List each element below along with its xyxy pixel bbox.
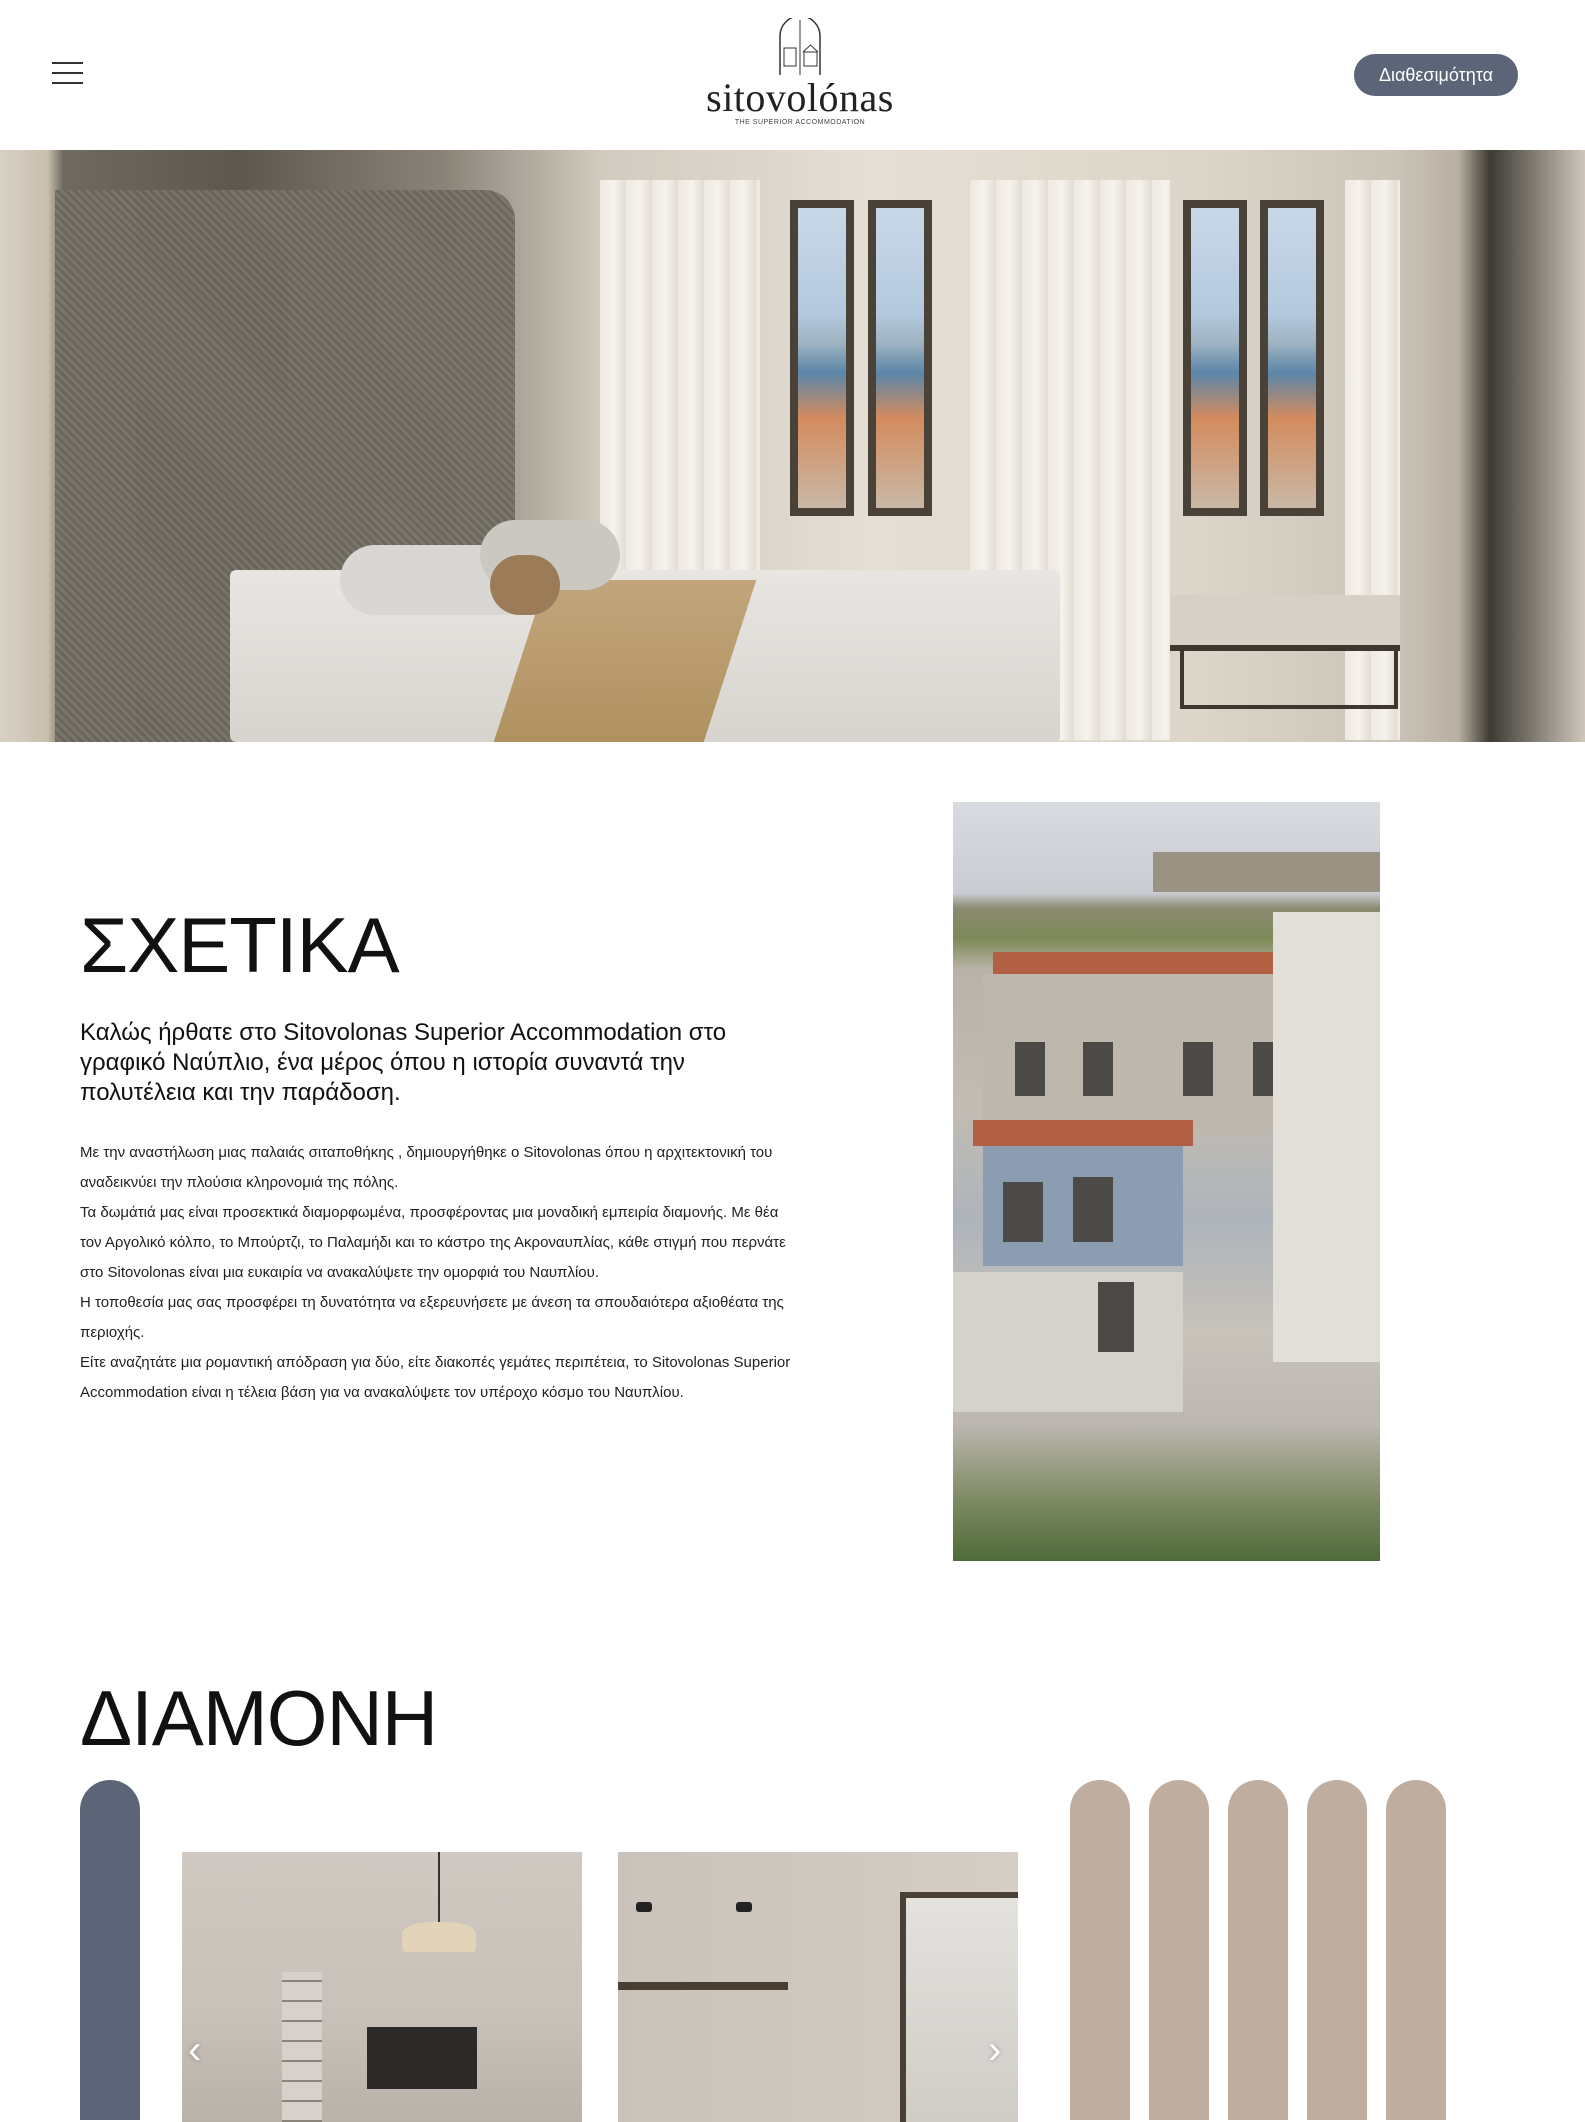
site-header: sitovolónas THE SUPERIOR ACCOMMODATION Δ…	[0, 0, 1585, 150]
stay-title: ΔΙΑΜΟΝΗ	[80, 1674, 438, 1762]
carousel-next-arrow[interactable]: ›	[988, 2030, 1001, 2070]
ceiling-spotlight	[736, 1902, 752, 1912]
decorative-pill	[1228, 1780, 1288, 2120]
about-paragraph: Η τοποθεσία μας σας προσφέρει τη δυνατότ…	[80, 1294, 784, 1341]
hero-bedroom-image	[0, 150, 1585, 742]
availability-button[interactable]: Διαθεσιμότητα	[1354, 54, 1518, 96]
about-title: ΣΧΕΤΙΚΑ	[80, 901, 400, 989]
window	[1015, 1042, 1045, 1096]
wall-shelf	[618, 1982, 788, 1990]
window-pane	[790, 200, 854, 516]
window	[1183, 1042, 1213, 1096]
pillow	[490, 555, 560, 615]
decorative-pill	[80, 1780, 140, 2120]
window-pane	[868, 200, 932, 516]
side-table	[1170, 595, 1400, 651]
about-paragraph: Με την αναστήλωση μιας παλαιάς σιταποθήκ…	[80, 1144, 773, 1191]
roof	[993, 952, 1313, 976]
about-body: Με την αναστήλωση μιας παλαιάς σιταποθήκ…	[80, 1138, 800, 1408]
menu-icon[interactable]	[52, 62, 83, 84]
logo-wordmark: sitovolónas	[706, 75, 894, 120]
window-pane	[1183, 200, 1247, 516]
window	[1083, 1042, 1113, 1096]
about-lead: Καλώς ήρθατε στο Sitovolonas Superior Ac…	[80, 1019, 727, 1106]
decorative-pill	[1386, 1780, 1446, 2120]
glass-door	[900, 1892, 1018, 2122]
carousel-prev-arrow[interactable]: ‹	[188, 2030, 201, 2070]
logo-tagline: THE SUPERIOR ACCOMMODATION	[734, 119, 866, 126]
side-table-frame	[1180, 645, 1398, 709]
building-photo	[953, 802, 1380, 1561]
tv	[367, 2027, 477, 2089]
window	[1073, 1177, 1113, 1242]
stone-wall	[953, 1272, 1183, 1412]
castle-wall	[1153, 852, 1380, 892]
roof	[973, 1120, 1193, 1146]
logo-house-icon	[779, 18, 821, 75]
room-card[interactable]	[618, 1852, 1018, 2122]
grid-window	[282, 1972, 322, 2122]
decorative-pill	[1070, 1780, 1130, 2120]
pendant-lamp	[402, 1922, 476, 1952]
window-pane	[1260, 200, 1324, 516]
lamp-cord	[438, 1852, 440, 1924]
decorative-pill	[1307, 1780, 1367, 2120]
ceiling-spotlight	[636, 1902, 652, 1912]
door	[1098, 1282, 1134, 1352]
about-paragraph: Τα δωμάτιά μας είναι προσεκτικά διαμορφω…	[80, 1204, 786, 1281]
window	[1003, 1182, 1043, 1242]
site-logo[interactable]: sitovolónas THE SUPERIOR ACCOMMODATION	[700, 18, 900, 133]
about-paragraph: Είτε αναζητάτε μια ρομαντική απόδραση γι…	[80, 1354, 791, 1401]
decorative-pill	[1149, 1780, 1209, 2120]
room-card[interactable]	[182, 1852, 582, 2122]
white-building	[1273, 912, 1380, 1362]
